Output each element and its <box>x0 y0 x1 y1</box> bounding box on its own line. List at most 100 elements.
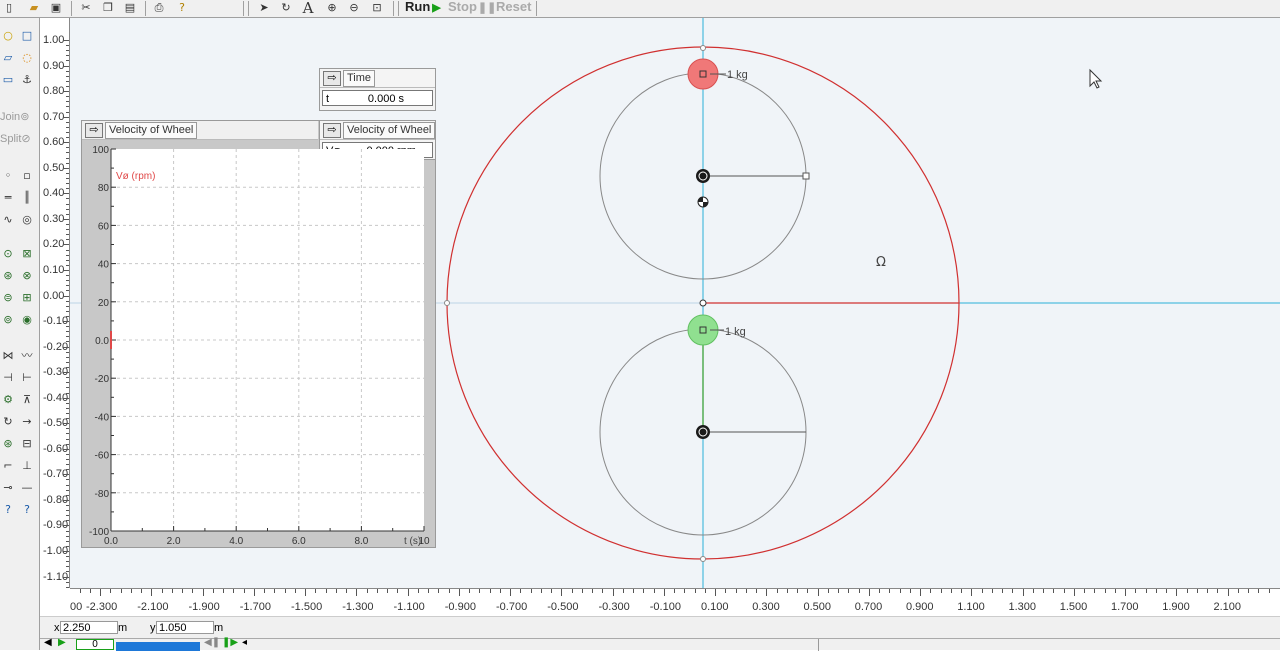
square-tool-icon[interactable]: ▭ <box>0 72 16 88</box>
center-pin[interactable] <box>699 299 707 307</box>
line-icon[interactable]: — <box>19 480 35 496</box>
rotate-icon[interactable]: ↻ <box>279 1 293 15</box>
circular-slot-icon[interactable]: ◎ <box>19 212 35 228</box>
cross-icon[interactable]: ⊥ <box>19 458 35 474</box>
vertical-ruler-tick <box>66 387 69 389</box>
vertical-ruler-tick <box>66 106 69 108</box>
actuator-icon[interactable]: ⊟ <box>19 436 35 452</box>
workspace-canvas[interactable]: 1 kg 1 kg Ω ⇨ Time t 0.000 s ⇨ Velocity … <box>70 18 1280 588</box>
time-meter[interactable]: ⇨ Time t 0.000 s <box>319 68 436 111</box>
circle-tool-icon[interactable]: ○ <box>0 28 16 44</box>
point-tool-icon[interactable]: ◦ <box>0 168 16 184</box>
damper-icon[interactable]: ⊣ <box>0 370 16 386</box>
outer-wheel-left-point[interactable] <box>444 300 450 306</box>
print-icon[interactable]: ⎙ <box>152 1 166 15</box>
x-coordinate-field[interactable]: 2.250 <box>60 621 118 634</box>
square-point-tool-icon[interactable]: ▫ <box>19 168 35 184</box>
next-frame-icon[interactable]: ❚▶ <box>222 637 238 648</box>
graph-x-axis-label: t (s) <box>404 536 421 547</box>
text-tool-icon[interactable]: A <box>301 1 315 16</box>
vertical-slot-icon[interactable]: ║ <box>19 190 35 206</box>
slider-joint-icon[interactable]: ⊞ <box>19 290 35 306</box>
vertical-ruler-tick <box>66 341 69 343</box>
help-icon[interactable]: ? <box>175 1 189 15</box>
vertical-ruler-label: 0.00 <box>43 289 65 302</box>
split-button[interactable]: Split⊘ <box>0 132 31 145</box>
anchor-tool-icon[interactable]: ⚓ <box>19 72 35 88</box>
vertical-ruler-tick <box>66 152 69 154</box>
bottom-motor-icon[interactable] <box>696 425 710 439</box>
vertical-ruler-tick <box>63 321 69 323</box>
damper-joint-icon[interactable]: ◉ <box>19 312 35 328</box>
vertical-ruler-tick <box>66 280 69 282</box>
meter-output-arrow-icon[interactable]: ⇨ <box>323 71 341 86</box>
bottom-mass-label: 1 kg <box>725 326 746 338</box>
vertical-ruler-tick <box>66 213 69 215</box>
horizontal-slot-icon[interactable]: ═ <box>0 190 16 206</box>
horizontal-ruler-label: -0.100 <box>649 601 681 613</box>
output-icon[interactable]: ? <box>19 502 35 518</box>
horizontal-ruler-tick <box>1176 589 1178 596</box>
center-of-mass-icon <box>697 196 709 208</box>
play-frame-icon[interactable]: ▶ <box>58 637 66 648</box>
y-coordinate-field[interactable]: 1.050 <box>156 621 214 634</box>
run-button[interactable]: Run ▶ <box>405 0 441 16</box>
arrow-cursor-icon[interactable]: ➤ <box>257 1 271 15</box>
torque-icon[interactable]: ↻ <box>0 414 16 430</box>
cut-icon[interactable]: ✂ <box>79 1 93 15</box>
play-icon: ▶ <box>432 2 441 14</box>
force-icon[interactable]: → <box>19 414 35 430</box>
spring-joint-icon[interactable]: ⊚ <box>0 312 16 328</box>
link-icon[interactable]: ⊸ <box>0 480 16 496</box>
paste-icon[interactable]: ▤ <box>123 1 137 15</box>
motor-joint-icon[interactable]: ⊛ <box>0 268 16 284</box>
open-folder-icon[interactable]: ▰ <box>27 1 41 15</box>
frame-number-field[interactable]: 0 <box>76 639 114 650</box>
rod-icon[interactable]: ⊢ <box>19 370 35 386</box>
pin-joint-icon[interactable]: ⊙ <box>0 246 16 262</box>
omega-icon[interactable]: Ω <box>876 255 886 270</box>
top-wheel-handle[interactable] <box>802 172 810 180</box>
polygon-tool-icon[interactable]: ▱ <box>0 50 16 66</box>
vertical-ruler-tick <box>63 91 69 93</box>
horizontal-ruler-tick <box>151 589 153 596</box>
reset-button[interactable]: Reset <box>496 0 531 16</box>
previous-frame-icon[interactable]: ◀❚ <box>204 637 220 648</box>
pulley-icon[interactable]: ⊼ <box>19 392 35 408</box>
stop-button[interactable]: Stop❚❚ <box>448 0 496 16</box>
rigid-joint-icon[interactable]: ⊠ <box>19 246 35 262</box>
outer-wheel-bottom-point[interactable] <box>700 556 706 562</box>
vertical-ruler-tick <box>63 218 69 220</box>
rotation-joint-icon[interactable]: ⊗ <box>19 268 35 284</box>
vertical-ruler-tick <box>63 142 69 144</box>
horizontal-ruler-tick <box>1186 589 1188 593</box>
curved-body-tool-icon[interactable]: ◌ <box>19 50 35 66</box>
meter-output-arrow-icon[interactable]: ⇨ <box>85 123 103 138</box>
horizontal-ruler-tick <box>981 589 983 593</box>
save-icon[interactable]: ▣ <box>49 1 63 15</box>
join-button[interactable]: Join⊚ <box>0 110 29 123</box>
outer-wheel-top-point[interactable] <box>700 45 706 51</box>
zoom-in-icon[interactable]: ⊕ <box>325 1 339 15</box>
copy-icon[interactable]: ❐ <box>101 1 115 15</box>
zoom-out-icon[interactable]: ⊖ <box>347 1 361 15</box>
horizontal-ruler-tick <box>1227 589 1229 596</box>
motor-icon[interactable]: ⊛ <box>0 436 16 452</box>
rope-icon[interactable]: ⋈ <box>0 348 16 364</box>
actuator-joint-icon[interactable]: ⊜ <box>0 290 16 306</box>
first-frame-icon[interactable]: ◀ <box>44 637 52 648</box>
horizontal-ruler-tick <box>889 589 891 593</box>
new-file-icon[interactable]: ▯ <box>2 1 16 15</box>
rectangle-tool-icon[interactable]: □ <box>19 28 35 44</box>
spring-icon[interactable]: 〰 <box>19 348 35 364</box>
vertical-ruler-tick <box>66 556 69 558</box>
top-motor-icon[interactable] <box>696 169 710 183</box>
gear-icon[interactable]: ⚙ <box>0 392 16 408</box>
zoom-fit-icon[interactable]: ⊡ <box>370 1 384 15</box>
separator-icon[interactable]: ⌐ <box>0 458 16 474</box>
curved-slot-icon[interactable]: ∿ <box>0 212 16 228</box>
meter-output-arrow-icon[interactable]: ⇨ <box>323 123 341 138</box>
velocity-graph: 100806040200.0-20-40-60-80-1000.0 2.0 4.0 6… <box>89 145 430 547</box>
scroll-left-icon[interactable]: ◂ <box>242 637 247 648</box>
meter-icon[interactable]: ? <box>0 502 16 518</box>
